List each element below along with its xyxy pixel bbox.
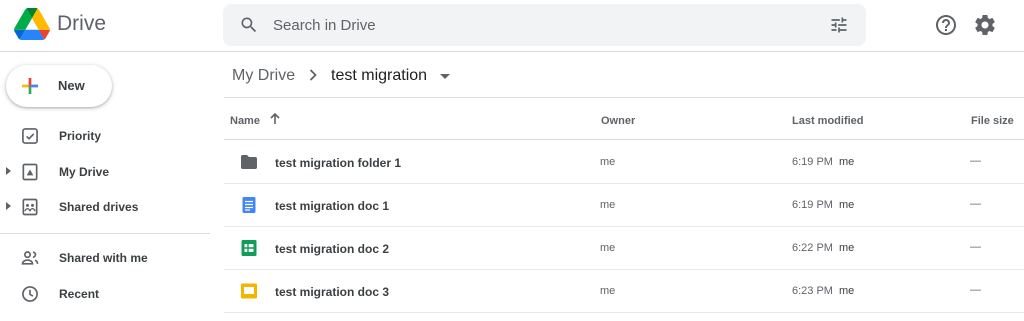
recent-clock-icon [22,286,38,302]
file-owner: me [600,285,616,297]
sidebar-divider [0,233,210,234]
sidebar-item-label: Priority [59,129,102,143]
file-row[interactable]: test migration doc 3 me 6:23 PM me — [224,270,1024,313]
sidebar-item-label: Shared with me [59,251,148,265]
google-sheets-icon [241,240,257,256]
sidebar-item-shared-drives[interactable]: Shared drives [0,192,210,222]
file-modified-by: me [839,242,855,254]
file-size: — [970,198,981,210]
column-header-file-size[interactable]: File size [971,115,1014,127]
breadcrumb-root[interactable]: My Drive [232,67,295,85]
sidebar-item-recent[interactable]: Recent [0,279,210,309]
search-icon[interactable] [239,15,259,35]
shared-drives-icon [22,198,38,216]
file-modified-by: me [839,199,855,211]
sidebar-item-shared-with-me[interactable]: Shared with me [0,243,210,273]
priority-icon [22,128,38,144]
app-name: Drive [57,12,107,35]
new-button-label: New [58,78,85,93]
file-owner: me [600,156,616,168]
file-modified-time: 6:19 PM [792,199,833,211]
sidebar-item-priority[interactable]: Priority [0,121,210,151]
file-owner: me [600,199,616,211]
column-header-last-modified[interactable]: Last modified [792,115,864,127]
breadcrumb-current-folder[interactable]: test migration [331,67,427,85]
file-modified-time: 6:23 PM [792,285,833,297]
my-drive-icon [22,163,38,181]
plus-icon [22,78,38,94]
search-options-icon[interactable] [829,15,849,35]
sidebar-item-label: Recent [59,287,100,301]
sidebar-item-label: Shared drives [59,200,139,214]
search-bar[interactable] [223,4,866,46]
column-header-name[interactable]: Name [230,115,260,127]
file-name[interactable]: test migration doc 1 [275,199,389,213]
sidebar-item-my-drive[interactable]: My Drive [0,157,210,187]
file-list-header: Name Owner Last modified File size [224,98,1024,140]
folder-icon [241,155,257,169]
settings-gear-icon[interactable] [973,13,997,37]
file-name[interactable]: test migration doc 3 [275,285,389,299]
file-modified-by: me [839,156,855,168]
google-docs-icon [242,197,256,213]
expand-caret-icon[interactable] [6,202,11,210]
new-button[interactable]: New [6,65,112,107]
chevron-right-icon [309,69,317,81]
sidebar-item-label: My Drive [59,165,110,179]
sort-ascending-arrow-icon[interactable] [268,112,282,126]
file-modified-by: me [839,285,855,297]
breadcrumb: My Drive test migration [224,54,1024,98]
file-modified-time: 6:22 PM [792,242,833,254]
drive-logo-icon[interactable] [14,8,50,40]
file-name[interactable]: test migration folder 1 [275,156,401,170]
file-size: — [970,284,981,296]
column-header-owner[interactable]: Owner [601,115,635,127]
file-row[interactable]: test migration doc 1 me 6:19 PM me — [224,184,1024,227]
file-name[interactable]: test migration doc 2 [275,242,389,256]
folder-menu-dropdown-icon[interactable] [440,74,450,79]
top-bar: Drive [0,0,1024,52]
file-size: — [970,241,981,253]
shared-with-me-icon [21,251,39,265]
file-size: — [970,155,981,167]
file-owner: me [600,242,616,254]
file-row[interactable]: test migration doc 2 me 6:22 PM me — [224,227,1024,270]
help-icon[interactable] [934,13,958,37]
file-row[interactable]: test migration folder 1 me 6:19 PM me — [224,141,1024,184]
file-modified-time: 6:19 PM [792,156,833,168]
search-input[interactable] [273,4,813,46]
google-slides-icon [241,283,257,299]
expand-caret-icon[interactable] [6,167,11,175]
